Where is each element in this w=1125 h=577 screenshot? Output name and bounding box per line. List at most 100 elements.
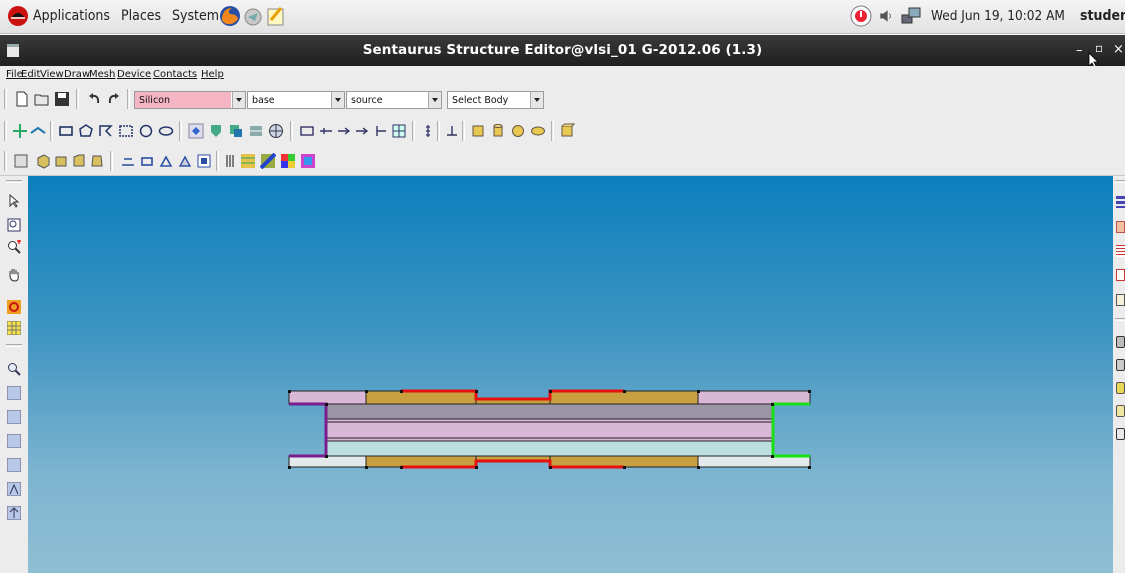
sweep-icon[interactable]	[248, 123, 264, 139]
chevron-down-icon[interactable]	[232, 92, 245, 108]
texture-icon[interactable]	[240, 153, 256, 169]
cylinder-icon[interactable]	[1116, 359, 1125, 371]
rotate-icon[interactable]	[7, 300, 21, 314]
view-top-icon[interactable]	[89, 153, 105, 169]
flat-shade-icon[interactable]	[139, 153, 155, 169]
volume-icon[interactable]	[877, 5, 895, 27]
select-arrow-icon[interactable]	[7, 194, 21, 208]
globe-icon[interactable]	[268, 123, 284, 139]
polygon-icon[interactable]	[78, 123, 94, 139]
extrude-icon[interactable]	[208, 123, 224, 139]
open-file-icon[interactable]	[34, 91, 50, 107]
contact-select[interactable]: source	[346, 91, 442, 109]
new-file-icon[interactable]	[14, 91, 30, 107]
network-icon[interactable]	[900, 5, 922, 27]
undo-icon[interactable]	[86, 91, 102, 107]
cylinder-icon[interactable]	[1116, 428, 1125, 440]
region-select[interactable]: base	[247, 91, 345, 109]
contact-set-icon[interactable]	[1116, 269, 1125, 281]
close-button[interactable]: ×	[1113, 42, 1124, 57]
toolbar-grip[interactable]	[4, 151, 7, 171]
top-poly-right-region[interactable]	[697, 390, 811, 405]
truncation-icon[interactable]	[1116, 221, 1125, 233]
color-by-material-icon[interactable]	[260, 153, 276, 169]
up-arrow-icon[interactable]	[7, 506, 21, 520]
arrow-right-icon[interactable]	[354, 123, 370, 139]
toolbar-grip[interactable]	[1115, 180, 1125, 183]
add-ground-icon[interactable]	[188, 123, 204, 139]
sphere-icon[interactable]	[510, 123, 526, 139]
view-front-icon[interactable]	[53, 153, 69, 169]
places-menu[interactable]: Places	[121, 8, 161, 24]
bottom-right-region[interactable]	[697, 455, 811, 468]
menu-device[interactable]: Device	[117, 69, 151, 80]
view-iso-icon[interactable]	[35, 153, 51, 169]
source-contact[interactable]	[289, 402, 328, 458]
arrow-right-icon[interactable]	[336, 123, 352, 139]
pan-hand-icon[interactable]	[7, 268, 21, 282]
boolean-icon[interactable]	[228, 123, 244, 139]
minimize-button[interactable]: –	[1076, 43, 1083, 58]
device-structure[interactable]	[28, 176, 1113, 573]
view-xy-icon[interactable]	[7, 386, 21, 400]
structure-viewport[interactable]	[28, 176, 1113, 573]
split-edge-icon[interactable]	[30, 123, 46, 139]
vertical-ruler-icon[interactable]	[420, 123, 436, 139]
zoom-in-icon[interactable]	[7, 240, 21, 254]
ruler-icon[interactable]	[118, 123, 134, 139]
ellipse-icon[interactable]	[158, 123, 174, 139]
view-xz-icon[interactable]	[7, 434, 21, 448]
drain-contact[interactable]	[771, 402, 810, 458]
menu-mesh[interactable]: Mesh	[89, 69, 115, 80]
edge-icon[interactable]	[177, 153, 193, 169]
selection-mode-select[interactable]: Select Body	[447, 91, 544, 109]
ref-window-icon[interactable]	[299, 123, 315, 139]
outline-icon[interactable]	[158, 153, 174, 169]
magnify-icon[interactable]	[7, 362, 21, 376]
redo-icon[interactable]	[106, 91, 122, 107]
panel-clock[interactable]: Wed Jun 19, 10:02 AM	[931, 8, 1065, 24]
render-mode-icon[interactable]	[196, 153, 212, 169]
cube-icon[interactable]	[470, 123, 486, 139]
menu-view[interactable]: View	[40, 69, 64, 80]
move-vertex-icon[interactable]	[12, 123, 28, 139]
doping-icon[interactable]	[318, 123, 334, 139]
lower-gate-oxide-region[interactable]	[325, 440, 774, 457]
menu-help[interactable]: Help	[201, 69, 224, 80]
color-by-region-icon[interactable]	[280, 153, 296, 169]
window-titlebar[interactable]: Sentaurus Structure Editor@vlsi_01 G-201…	[0, 35, 1125, 70]
menu-draw[interactable]: Draw	[64, 69, 90, 80]
applications-menu[interactable]: Applications	[33, 8, 110, 24]
material-select[interactable]: Silicon	[134, 91, 246, 109]
bottom-oxide-region[interactable]	[365, 455, 477, 468]
rectangle-icon[interactable]	[58, 123, 74, 139]
view-neg-xy-icon[interactable]	[7, 410, 21, 424]
save-file-icon[interactable]	[54, 91, 70, 107]
chevron-down-icon[interactable]	[530, 92, 543, 108]
prism-icon[interactable]	[559, 123, 575, 139]
menu-edit[interactable]: Edit	[21, 69, 40, 80]
toolbar-grip[interactable]	[4, 121, 7, 141]
cylinder-icon[interactable]	[1116, 405, 1125, 417]
view-2d-icon[interactable]	[13, 153, 29, 169]
mail-client-icon[interactable]	[242, 5, 264, 27]
wireframe-icon[interactable]	[120, 153, 136, 169]
toolbar-grip[interactable]	[4, 89, 7, 109]
colormap-icon[interactable]	[300, 153, 316, 169]
redhat-logo-icon[interactable]	[7, 5, 29, 27]
cylinder-icon[interactable]	[1116, 382, 1125, 394]
cylinder-icon[interactable]	[1116, 336, 1125, 348]
toolbar-grip[interactable]	[6, 180, 22, 183]
top-oxide-region[interactable]	[365, 390, 477, 405]
view-side-icon[interactable]	[71, 153, 87, 169]
doping-icon[interactable]	[1116, 294, 1125, 306]
upper-gate-oxide-region[interactable]	[325, 403, 774, 420]
top-poly-left-region[interactable]	[288, 390, 367, 405]
zoom-box-icon[interactable]	[7, 218, 21, 232]
system-menu[interactable]: System	[172, 8, 219, 24]
table-icon[interactable]	[1116, 245, 1125, 257]
menu-contacts[interactable]: Contacts	[153, 69, 197, 80]
merge-icon[interactable]	[373, 123, 389, 139]
cylinder-icon[interactable]	[490, 123, 506, 139]
panel-username[interactable]: student	[1080, 8, 1125, 24]
